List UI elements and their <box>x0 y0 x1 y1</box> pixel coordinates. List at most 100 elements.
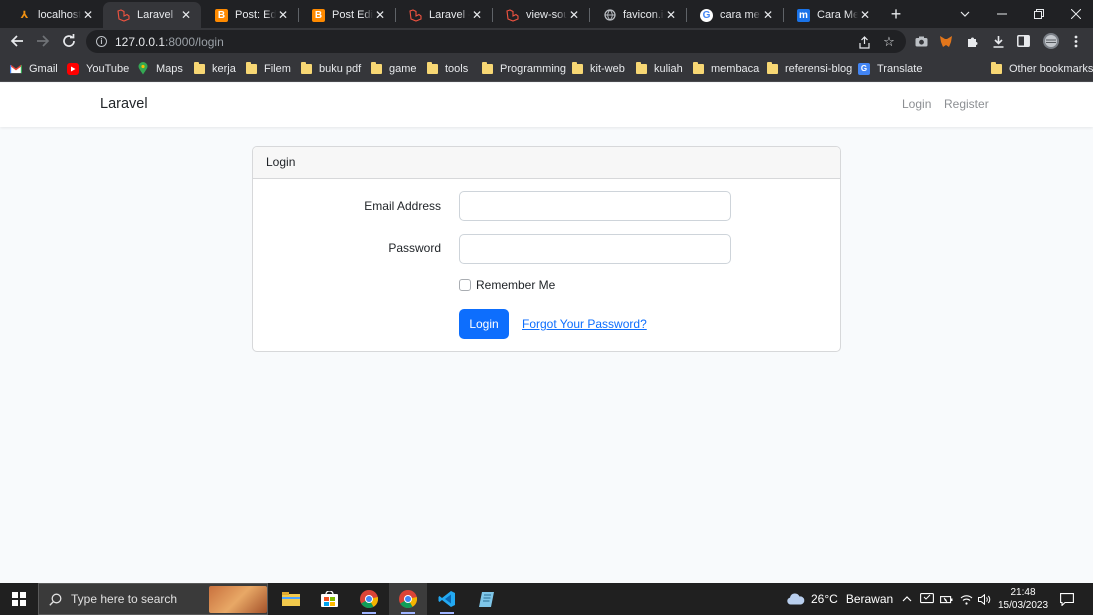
folder-icon <box>990 61 1002 75</box>
bookmark-folder[interactable]: tools <box>426 60 468 77</box>
bookmark-folder[interactable]: kerja <box>193 60 236 77</box>
clock-date: 15/03/2023 <box>998 600 1049 611</box>
show-hidden-icons-chevron-icon[interactable] <box>902 583 912 615</box>
bookmark-translate[interactable]: G Translate <box>858 60 922 77</box>
vscode-icon[interactable] <box>428 583 466 615</box>
metamask-fox-icon[interactable] <box>938 33 954 49</box>
back-arrow-icon[interactable] <box>7 31 27 51</box>
blogger-icon: B <box>312 8 325 22</box>
bookmark-folder[interactable]: buku pdf <box>300 60 361 77</box>
remember-me-checkbox[interactable] <box>459 279 471 291</box>
notes-app-icon[interactable] <box>467 583 505 615</box>
browser-menu-icon[interactable] <box>1068 33 1084 49</box>
browser-tab[interactable]: ⅄ localhost / ✕ <box>4 2 103 28</box>
blogger-icon: B <box>215 8 228 22</box>
email-label: Email Address <box>364 199 441 213</box>
browser-tab[interactable]: m Cara Mem ✕ <box>783 2 880 28</box>
meet-now-icon[interactable] <box>920 583 934 615</box>
bookmark-gmail[interactable]: Gmail <box>10 60 58 77</box>
minimize-icon[interactable] <box>983 0 1020 28</box>
laravel-icon <box>409 8 422 22</box>
screenshot-extension-icon[interactable] <box>913 33 929 49</box>
nav-register-link[interactable]: Register <box>944 97 989 111</box>
close-tab-icon[interactable]: ✕ <box>858 8 872 22</box>
tab-search-chevron-icon[interactable] <box>946 0 983 28</box>
close-tab-icon[interactable]: ✕ <box>761 8 775 22</box>
bookmark-folder[interactable]: kit-web <box>571 60 625 77</box>
taskbar-clock[interactable]: 21:48 15/03/2023 <box>998 586 1048 612</box>
chrome-icon[interactable] <box>350 583 388 615</box>
bookmark-folder[interactable]: game <box>370 60 417 77</box>
running-indicator <box>362 612 376 614</box>
weather-widget[interactable]: 26°C Berawan <box>786 583 893 615</box>
browser-tab[interactable]: favicon.ico ✕ <box>589 2 686 28</box>
tab-title: view-sourc <box>526 9 567 21</box>
browser-tab[interactable]: Laravel - Th ✕ <box>395 2 492 28</box>
bookmark-folder[interactable]: membaca <box>692 60 759 77</box>
bookmark-folder[interactable]: Filem <box>245 60 291 77</box>
volume-icon[interactable] <box>978 583 991 615</box>
bookmark-label: referensi-blog <box>785 62 853 75</box>
battery-icon[interactable] <box>940 583 953 615</box>
email-field[interactable] <box>459 191 731 221</box>
bookmark-label: Gmail <box>29 62 58 75</box>
bookmark-folder[interactable]: referensi-blog <box>766 60 852 77</box>
close-tab-icon[interactable]: ✕ <box>664 8 678 22</box>
taskbar-search-box[interactable]: Type here to search <box>38 583 268 615</box>
close-tab-icon[interactable]: ✕ <box>373 8 387 22</box>
profile-avatar-icon[interactable] <box>1042 32 1059 49</box>
globe-icon <box>603 9 616 22</box>
tab-title: Laravel <box>137 9 174 21</box>
file-explorer-icon[interactable] <box>272 583 310 615</box>
chrome-active-window-icon[interactable] <box>389 583 427 615</box>
restore-icon[interactable] <box>1020 0 1057 28</box>
close-tab-icon[interactable]: ✕ <box>567 8 581 22</box>
close-tab-icon[interactable]: ✕ <box>81 8 95 22</box>
forgot-password-link[interactable]: Forgot Your Password? <box>522 317 647 331</box>
wifi-icon[interactable] <box>960 583 973 615</box>
extensions-puzzle-icon[interactable] <box>964 33 980 49</box>
side-panel-icon[interactable] <box>1015 33 1031 49</box>
navbar-brand[interactable]: Laravel <box>100 96 148 112</box>
password-field[interactable] <box>459 234 731 264</box>
close-tab-icon[interactable]: ✕ <box>470 8 484 22</box>
browser-tab-active[interactable]: Laravel ✕ <box>103 2 201 28</box>
nav-login-link[interactable]: Login <box>902 97 931 111</box>
bookmark-star-icon[interactable]: ☆ <box>881 34 897 50</box>
close-window-icon[interactable] <box>1057 0 1093 28</box>
translate-icon: G <box>858 62 870 75</box>
windows-taskbar: Type here to search 26°C Berawan 21:48 1… <box>0 583 1093 615</box>
gmail-icon <box>10 63 22 75</box>
close-tab-icon[interactable]: ✕ <box>276 8 290 22</box>
bookmark-folder[interactable]: Programming <box>481 60 566 77</box>
address-bar[interactable]: i 127.0.0.1:8000/login ☆ <box>86 30 906 53</box>
windows-start-icon[interactable] <box>12 592 26 606</box>
bookmark-maps[interactable]: Maps <box>137 60 183 77</box>
close-tab-icon[interactable]: ✕ <box>179 8 193 22</box>
browser-tab[interactable]: B Post: Edit ✕ <box>201 2 298 28</box>
browser-tab[interactable]: G cara mena ✕ <box>686 2 783 28</box>
site-info-icon[interactable]: i <box>96 36 107 47</box>
download-icon[interactable] <box>990 33 1006 49</box>
new-tab-button[interactable]: + <box>886 4 906 24</box>
search-highlight-illustration <box>209 586 267 613</box>
forward-arrow-icon[interactable] <box>33 31 53 51</box>
notification-center-icon[interactable] <box>1060 583 1074 615</box>
microsoft-store-icon[interactable] <box>310 583 348 615</box>
maps-icon <box>137 62 149 75</box>
app-navbar: Laravel Login Register <box>0 83 1093 127</box>
share-icon[interactable] <box>856 34 872 50</box>
browser-tab[interactable]: view-sourc ✕ <box>492 2 589 28</box>
other-bookmarks[interactable]: Other bookmarks <box>990 60 1093 77</box>
remember-me-label[interactable]: Remember Me <box>476 278 555 292</box>
bookmark-label: buku pdf <box>319 62 362 75</box>
bookmark-folder[interactable]: kuliah <box>635 60 683 77</box>
bookmark-youtube[interactable]: YouTube <box>67 60 129 77</box>
tab-title: Laravel - Th <box>429 9 470 21</box>
browser-tab[interactable]: B Post Editor ✕ <box>298 2 395 28</box>
login-button[interactable]: Login <box>459 309 509 339</box>
tab-title: localhost / <box>38 9 81 21</box>
google-icon: G <box>700 8 713 22</box>
laravel-icon <box>506 8 519 22</box>
reload-icon[interactable] <box>59 31 79 51</box>
